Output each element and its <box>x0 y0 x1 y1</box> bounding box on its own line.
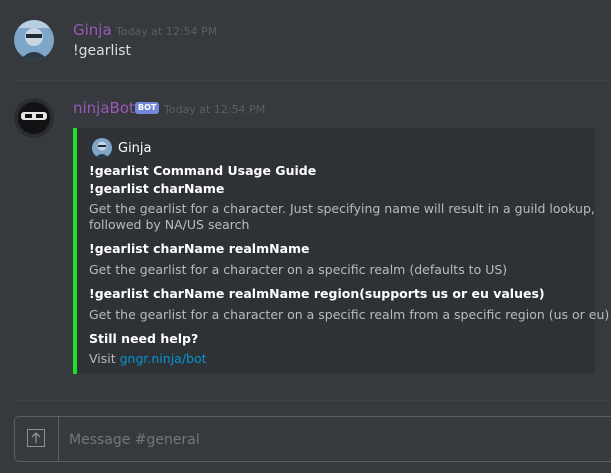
message-input[interactable] <box>67 417 601 463</box>
message-timestamp: Today at 12:54 PM <box>164 103 266 116</box>
message-ginja: Ginja Today at 12:54 PM !gearlist <box>0 0 611 80</box>
embed-field-value: Get the gearlist for a character. Just s… <box>89 201 595 216</box>
upload-button[interactable] <box>15 417 59 461</box>
embed-field-value: followed by NA/US search <box>89 217 250 232</box>
message-text: !gearlist <box>73 43 132 59</box>
message-timestamp: Today at 12:54 PM <box>116 25 218 38</box>
embed-field-name: !gearlist charName <box>89 181 225 196</box>
embed-visit-text: Visit <box>89 351 116 366</box>
embed-field-name: !gearlist charName realmName region(supp… <box>89 286 545 301</box>
embed-author-name[interactable]: Ginja <box>118 141 152 156</box>
embed-field-value: Get the gearlist for a character on a sp… <box>89 307 610 322</box>
embed-title: !gearlist Command Usage Guide <box>89 163 317 178</box>
embed-field-value: Visit gngr.ninja/bot <box>89 351 207 367</box>
username-ninjabot[interactable]: ninjaBot <box>73 99 135 117</box>
embed-link[interactable]: gngr.ninja/bot <box>120 351 207 366</box>
embed-field-value: Get the gearlist for a character on a sp… <box>89 262 508 277</box>
bot-avatar-ninjabot[interactable] <box>14 98 54 138</box>
composer-divider <box>14 400 611 401</box>
bot-badge: BOT <box>135 102 160 114</box>
user-avatar-ginja[interactable] <box>14 20 54 60</box>
upload-arrow-icon <box>27 429 45 447</box>
embed-field-name: !gearlist charName realmName <box>89 241 310 256</box>
message-composer <box>14 416 611 463</box>
bot-embed: Ginja !gearlist Command Usage Guide !gea… <box>73 128 609 374</box>
embed-author-avatar <box>92 138 112 158</box>
embed-field-name: Still need help? <box>89 331 199 346</box>
username-ginja[interactable]: Ginja <box>73 21 112 39</box>
